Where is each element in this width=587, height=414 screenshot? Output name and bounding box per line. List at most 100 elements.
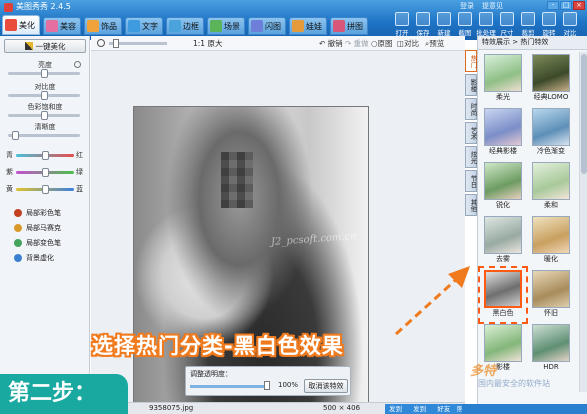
app-logo-icon: [4, 3, 13, 12]
cyan-red-slider[interactable]: [16, 151, 74, 160]
brush-tool-2[interactable]: 局部变色笔: [14, 238, 61, 248]
effect-thumbnail: [532, 270, 570, 308]
category-tab-6[interactable]: 其他: [465, 194, 477, 216]
brush-tool-0[interactable]: 局部彩色笔: [14, 208, 61, 218]
doll-icon: [292, 20, 304, 32]
toolbar-button-8[interactable]: 对比: [560, 10, 580, 39]
file-name: 9358075.jpg: [149, 404, 193, 412]
beautify-icon: [5, 19, 17, 31]
compare-button[interactable]: ◫对比: [397, 38, 419, 49]
tab-5[interactable]: 场景: [207, 17, 245, 35]
effect-item[interactable]: 经典影楼: [482, 108, 524, 158]
effects-scrollbar[interactable]: [579, 52, 587, 392]
category-tab-1[interactable]: 影楼: [465, 74, 477, 96]
main-tabs: 美化 美容 饰品 文字 边框 场景 闪图 娃娃 拼图: [2, 15, 368, 35]
effect-label: 黑白色: [492, 309, 514, 317]
cancel-effect-button[interactable]: 取消该特效: [304, 379, 348, 393]
tab-label: 饰品: [101, 21, 117, 31]
brand-subtitle: 国内最安全的软件站: [478, 379, 550, 388]
effect-thumbnail: [484, 108, 522, 146]
category-tab-5[interactable]: 节日: [465, 170, 477, 192]
category-tab-3[interactable]: 艺术: [465, 122, 477, 144]
close-button[interactable]: ×: [573, 1, 585, 10]
yellow-blue-slider[interactable]: [16, 185, 74, 194]
brush-tool-1[interactable]: 局部马赛克: [14, 223, 61, 233]
effect-label: 柔光: [496, 93, 510, 101]
effect-item[interactable]: 锐化: [482, 162, 524, 212]
brightness-slider[interactable]: [8, 69, 80, 78]
effect-item[interactable]: 冷色渐变: [530, 108, 572, 158]
effect-item[interactable]: 暖化: [530, 216, 572, 266]
original-button[interactable]: ○原图: [371, 38, 393, 49]
effect-item[interactable]: 经典LOMO: [530, 54, 572, 104]
effect-item[interactable]: 柔光: [482, 54, 524, 104]
effect-selected[interactable]: 黑白色: [478, 266, 528, 324]
tab-7[interactable]: 娃娃: [289, 17, 327, 35]
share-button-0[interactable]: 发到微博: [389, 404, 407, 414]
toolbar-button-6[interactable]: 裁剪: [518, 10, 538, 39]
toolbar-button-7[interactable]: 旋转: [539, 10, 559, 39]
effect-item[interactable]: 去雾: [482, 216, 524, 266]
toolbar-icon: [416, 12, 430, 26]
arrow-line: [394, 274, 462, 336]
brush-tool-3[interactable]: 背景虚化: [14, 253, 54, 263]
saturation-slider[interactable]: [8, 111, 80, 120]
sharpness-slider[interactable]: [8, 131, 80, 140]
effect-label: 去雾: [496, 255, 510, 263]
preview-label: 预览: [429, 39, 445, 48]
opacity-slider[interactable]: [190, 385, 268, 388]
effect-label: 经典LOMO: [533, 93, 569, 101]
main-toolbar: 打开 保存 新建 截图 批处理 尺寸 裁剪 旋转 对比: [392, 10, 580, 39]
title-bar: 美图秀秀 2.4.5 登录 提意见 - □ × 美化 美容 饰品 文字 边框 场景 闪图 娃娃…: [0, 0, 587, 40]
tab-8[interactable]: 拼图: [330, 17, 368, 35]
toolbar-icon: [479, 12, 493, 26]
toolbar-button-0[interactable]: 打开: [392, 10, 412, 39]
original-label: 原图: [377, 39, 393, 48]
toolbar-button-1[interactable]: 保存: [413, 10, 433, 39]
contrast-slider[interactable]: [8, 91, 80, 100]
brush-label: 局部变色笔: [26, 239, 61, 247]
effects-scroll-thumb[interactable]: [581, 54, 587, 174]
toolbar-button-2[interactable]: 新建: [434, 10, 454, 39]
effect-item[interactable]: 柔和: [530, 162, 572, 212]
magenta-green-slider[interactable]: [16, 168, 74, 177]
toolbar-icon: [395, 12, 409, 26]
effect-thumbnail: [532, 162, 570, 200]
zoom-actual-size[interactable]: 1:1 原大: [193, 38, 222, 49]
tab-label: 闪图: [265, 21, 281, 31]
zoom-slider-knob[interactable]: [113, 39, 119, 48]
preview-button[interactable]: ⌕预览: [425, 38, 444, 49]
brush-label: 局部彩色笔: [26, 209, 61, 217]
app-window: 美图秀秀 2.4.5 登录 提意见 - □ × 美化 美容 饰品 文字 边框 场景 闪图 娃娃…: [0, 0, 587, 414]
category-tab-4[interactable]: 炫光: [465, 146, 477, 168]
callout-arrow: [394, 266, 470, 336]
toolbar-button-5[interactable]: 尺寸: [497, 10, 517, 39]
maximize-button[interactable]: □: [560, 1, 572, 10]
tab-1[interactable]: 美容: [43, 17, 81, 35]
toolbar-button-3[interactable]: 截图: [455, 10, 475, 39]
tab-2[interactable]: 饰品: [84, 17, 122, 35]
undo-button[interactable]: ↶ 撤销: [319, 38, 343, 49]
app-title: 美图秀秀 2.4.5: [16, 2, 71, 11]
effect-item[interactable]: 怀旧: [530, 270, 572, 320]
tab-3[interactable]: 文字: [125, 17, 163, 35]
tab-4[interactable]: 边框: [166, 17, 204, 35]
tab-0[interactable]: 美化: [2, 15, 40, 35]
share-button-1[interactable]: 发到朋友: [413, 404, 431, 414]
puzzle-icon: [333, 20, 345, 32]
one-click-beautify-button[interactable]: 一键美化: [4, 39, 86, 53]
category-tab-0[interactable]: 热门: [465, 50, 477, 72]
opacity-slider-knob[interactable]: [264, 381, 270, 390]
tab-6[interactable]: 闪图: [248, 17, 286, 35]
effect-item[interactable]: HDR: [530, 324, 572, 374]
redo-button[interactable]: ↷ 重做: [345, 38, 369, 49]
effect-thumbnail: [532, 54, 570, 92]
minimize-button[interactable]: -: [547, 1, 559, 10]
tab-label: 边框: [183, 21, 199, 31]
toolbar-button-4[interactable]: 批处理: [476, 10, 496, 39]
file-name-base: 9358075: [149, 404, 181, 412]
redo-label: 重做: [353, 39, 369, 48]
tab-label: 美化: [19, 20, 35, 30]
category-tab-2[interactable]: 时尚: [465, 98, 477, 120]
share-button-2[interactable]: 好友热: [437, 404, 451, 414]
